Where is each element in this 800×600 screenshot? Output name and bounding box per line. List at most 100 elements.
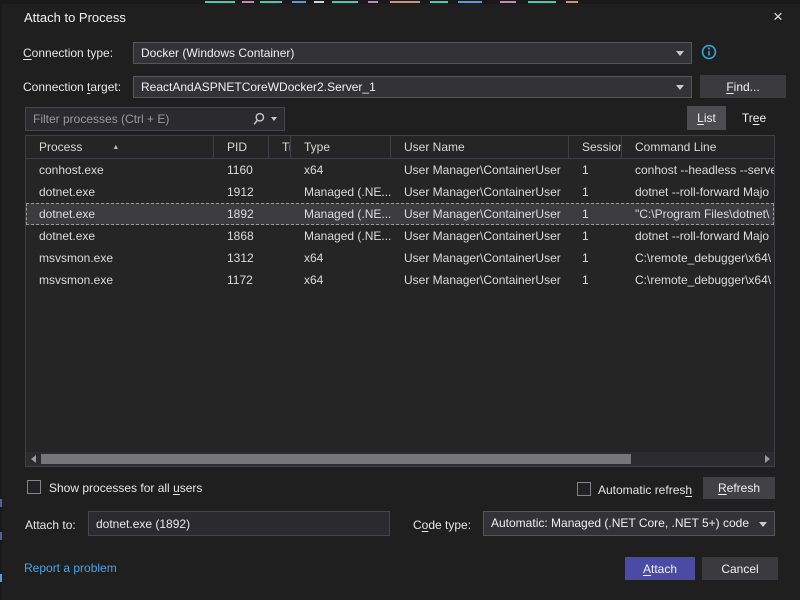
chevron-down-icon[interactable]: [271, 117, 277, 121]
cell-cmd: dotnet --roll-forward Majo: [622, 181, 774, 203]
column-header-user[interactable]: User Name: [391, 136, 569, 158]
connection-type-label: Connection type:: [23, 46, 113, 60]
view-toggle-tree[interactable]: Tree: [733, 106, 775, 130]
cell-session: 1: [569, 269, 622, 291]
cell-session: 1: [569, 225, 622, 247]
attach-button[interactable]: Attach: [625, 557, 695, 580]
connection-type-combobox[interactable]: Docker (Windows Container): [133, 42, 692, 64]
cell-type: Managed (.NE...: [291, 225, 391, 247]
cell-tit: [269, 159, 291, 181]
cancel-button[interactable]: Cancel: [702, 557, 778, 580]
cell-session: 1: [569, 247, 622, 269]
cell-type: x64: [291, 159, 391, 181]
column-header-label: Tit: [282, 140, 291, 154]
cell-cmd: C:\remote_debugger\x64\: [622, 269, 774, 291]
process-row[interactable]: dotnet.exe1912Managed (.NE...User Manage…: [26, 181, 774, 203]
column-header-type[interactable]: Type: [291, 136, 391, 158]
process-filter: [25, 107, 285, 131]
cell-pid: 1892: [214, 203, 269, 225]
column-header-label: Session: [582, 140, 622, 154]
mnemonic: u: [173, 481, 180, 495]
search-input[interactable]: [26, 112, 252, 126]
horizontal-scrollbar[interactable]: [26, 452, 774, 466]
cell-pid: 1912: [214, 181, 269, 203]
chevron-down-icon: [676, 51, 684, 56]
process-row[interactable]: msvsmon.exe1172x64User Manager\Container…: [26, 269, 774, 291]
code-type-combobox[interactable]: Automatic: Managed (.NET Core, .NET 5+) …: [483, 511, 775, 536]
search-icon[interactable]: [252, 112, 266, 126]
find-button[interactable]: Find...: [700, 75, 786, 98]
process-row[interactable]: conhost.exe1160x64User Manager\Container…: [26, 159, 774, 181]
cell-cmd: "C:\Program Files\dotnet\: [622, 203, 774, 225]
cell-pid: 1312: [214, 247, 269, 269]
process-row[interactable]: msvsmon.exe1312x64User Manager\Container…: [26, 247, 774, 269]
cell-process: dotnet.exe: [26, 203, 214, 225]
cell-pid: 1172: [214, 269, 269, 291]
mnemonic: L: [697, 111, 704, 125]
column-header-process[interactable]: Process▲: [26, 136, 214, 158]
cell-cmd: C:\remote_debugger\x64\: [622, 247, 774, 269]
column-header-cmd[interactable]: Command Line: [622, 136, 774, 158]
sort-ascending-icon: ▲: [112, 144, 119, 151]
cell-user: User Manager\ContainerUser: [391, 225, 569, 247]
scroll-left-arrow-icon[interactable]: [26, 452, 40, 466]
table-header-row: Process▲ PID Tit Type User Name Session Comman…: [26, 136, 774, 159]
info-icon[interactable]: [701, 44, 717, 60]
attach-to-process-dialog: Attach to Process × Connection type: Doc…: [0, 0, 800, 600]
cell-user: User Manager\ContainerUser: [391, 181, 569, 203]
code-type-label: Code type:: [413, 518, 471, 532]
cell-tit: [269, 269, 291, 291]
cell-tit: [269, 225, 291, 247]
cell-session: 1: [569, 181, 622, 203]
view-toggle-list[interactable]: List: [687, 106, 726, 130]
table-body: conhost.exe1160x64User Manager\Container…: [26, 159, 774, 291]
mnemonic: C: [23, 46, 32, 60]
chevron-down-icon: [676, 85, 684, 90]
connection-target-value: ReactAndASPNETCoreWDocker2.Server_1: [141, 80, 376, 94]
attach-to-label: Attach to:: [25, 518, 76, 532]
cell-process: msvsmon.exe: [26, 269, 214, 291]
show-all-users-checkbox[interactable]: [27, 480, 41, 494]
process-row[interactable]: dotnet.exe1868Managed (.NE...User Manage…: [26, 225, 774, 247]
refresh-button[interactable]: Refresh: [703, 477, 775, 499]
cell-type: x64: [291, 269, 391, 291]
column-header-pid[interactable]: PID: [214, 136, 269, 158]
cell-process: msvsmon.exe: [26, 247, 214, 269]
attach-to-field-wrap: [88, 511, 390, 536]
scrollbar-thumb[interactable]: [41, 454, 631, 464]
column-header-session[interactable]: Session: [569, 136, 622, 158]
automatic-refresh-checkbox[interactable]: [577, 482, 591, 496]
cell-session: 1: [569, 159, 622, 181]
cell-session: 1: [569, 203, 622, 225]
mnemonic: A: [643, 562, 651, 576]
report-a-problem-link[interactable]: Report a problem: [24, 561, 117, 575]
column-header-label: PID: [227, 140, 247, 154]
close-icon[interactable]: ×: [766, 5, 790, 29]
scroll-right-arrow-icon[interactable]: [760, 452, 774, 466]
connection-target-combobox[interactable]: ReactAndASPNETCoreWDocker2.Server_1: [133, 76, 692, 98]
column-header-label: User Name: [404, 140, 465, 154]
mnemonic: h: [685, 483, 692, 497]
connection-type-value: Docker (Windows Container): [141, 46, 294, 60]
background-code-strip: [0, 0, 800, 4]
process-table: Process▲ PID Tit Type User Name Session Comman…: [25, 135, 775, 467]
cell-tit: [269, 181, 291, 203]
cell-type: x64: [291, 247, 391, 269]
cell-tit: [269, 203, 291, 225]
automatic-refresh-label: Automatic refresh: [598, 483, 692, 497]
dialog-title: Attach to Process: [24, 10, 126, 25]
column-header-tit[interactable]: Tit: [269, 136, 291, 158]
code-type-value: Automatic: Managed (.NET Core, .NET 5+) …: [491, 516, 749, 530]
attach-to-field[interactable]: [89, 512, 389, 535]
cell-type: Managed (.NE...: [291, 203, 391, 225]
column-header-label: Type: [304, 140, 330, 154]
cell-cmd: conhost --headless --serve: [622, 159, 774, 181]
process-row[interactable]: dotnet.exe1892Managed (.NE...User Manage…: [26, 203, 774, 225]
cell-pid: 1868: [214, 225, 269, 247]
cell-process: conhost.exe: [26, 159, 214, 181]
show-all-users-label: Show processes for all users: [49, 481, 202, 495]
column-header-label: Command Line: [635, 140, 716, 154]
cell-pid: 1160: [214, 159, 269, 181]
cell-tit: [269, 247, 291, 269]
mnemonic: R: [718, 481, 727, 495]
